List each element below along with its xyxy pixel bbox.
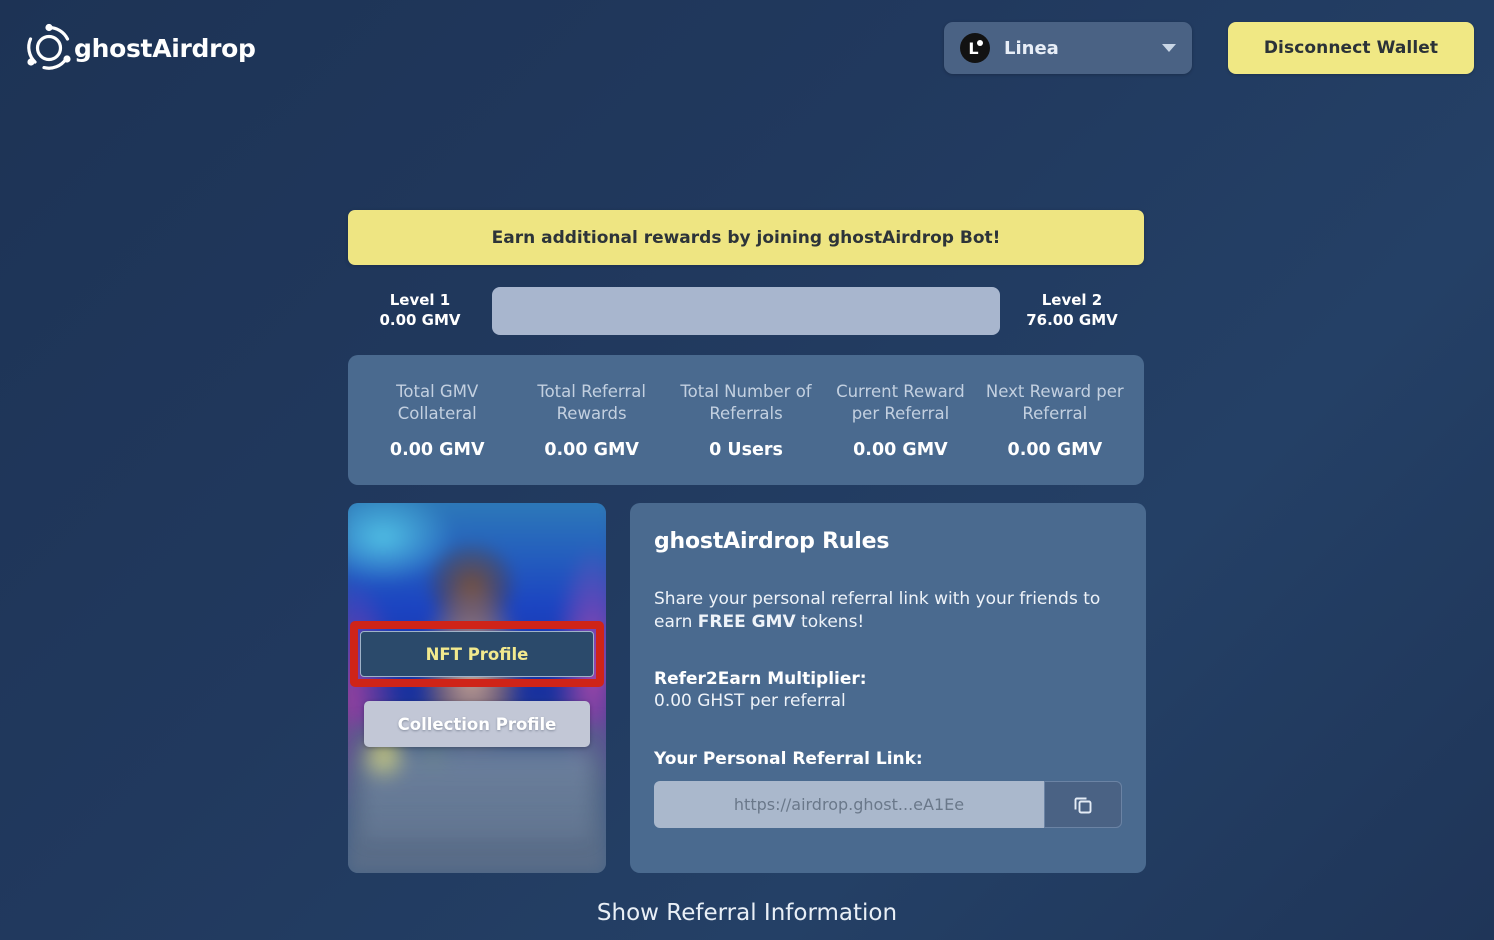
stat-total-number-of-referrals: Total Number of Referrals 0 Users xyxy=(669,381,823,461)
level-progress-row: Level 1 0.00 GMV Level 2 76.00 GMV xyxy=(348,285,1144,337)
referral-link-title: Your Personal Referral Link: xyxy=(654,749,923,770)
level-1-title: Level 1 xyxy=(389,291,451,310)
stat-total-referral-rewards: Total Referral Rewards 0.00 GMV xyxy=(514,381,668,461)
rules-title: ghostAirdrop Rules xyxy=(654,529,890,555)
copy-icon xyxy=(1071,793,1095,817)
stat-value: 0 Users xyxy=(709,440,783,460)
rules-description-suffix: tokens! xyxy=(795,611,865,632)
level-2-label: Level 2 76.00 GMV xyxy=(1000,291,1144,331)
stat-label: Current Reward per Referral xyxy=(836,382,965,423)
stat-next-reward-per-referral: Next Reward per Referral 0.00 GMV xyxy=(978,381,1132,461)
stat-label: Next Reward per Referral xyxy=(985,382,1124,423)
highlight-box: NFT Profile xyxy=(350,621,604,688)
nft-profile-card: NFT Profile Collection Profile xyxy=(348,503,606,874)
level-1-amount: 0.00 GMV xyxy=(379,311,461,329)
stat-total-gmv-collateral: Total GMV Collateral 0.00 GMV xyxy=(360,381,514,461)
ghost-ring-logo-icon xyxy=(22,21,76,75)
nft-profile-button[interactable]: NFT Profile xyxy=(360,631,594,678)
level-2-amount: 76.00 GMV xyxy=(1026,311,1118,329)
referral-link-block: Your Personal Referral Link: xyxy=(654,749,1122,829)
referral-link-row xyxy=(654,781,1122,829)
stat-label: Total Number of Referrals xyxy=(680,382,812,423)
multiplier-title: Refer2Earn Multiplier: xyxy=(654,669,867,690)
rules-card: ghostAirdrop Rules Share your personal r… xyxy=(630,503,1146,874)
stat-value: 0.00 GMV xyxy=(853,440,948,460)
stat-current-reward-per-referral: Current Reward per Referral 0.00 GMV xyxy=(823,381,977,461)
level-progress-bar xyxy=(492,287,1000,335)
disconnect-wallet-button[interactable]: Disconnect Wallet xyxy=(1228,22,1474,74)
promo-banner[interactable]: Earn additional rewards by joining ghost… xyxy=(348,210,1144,265)
chain-name: Linea xyxy=(1004,37,1059,59)
rules-description-bold: FREE GMV xyxy=(697,611,796,632)
brand: ghostAirdrop xyxy=(22,21,256,75)
stat-label: Total Referral Rewards xyxy=(537,382,646,423)
stat-value: 0.00 GMV xyxy=(1007,440,1103,460)
level-1-label: Level 1 0.00 GMV xyxy=(348,291,492,331)
header-actions: L Linea Disconnect Wallet xyxy=(944,22,1480,74)
nft-card-actions: NFT Profile Collection Profile xyxy=(348,621,606,748)
multiplier-value: 0.00 GHST per referral xyxy=(654,691,846,712)
content-row: NFT Profile Collection Profile ghostAird… xyxy=(348,503,1146,874)
app-header: ghostAirdrop L Linea Disconnect Wallet xyxy=(0,0,1494,96)
nft-artwork-shelf xyxy=(363,751,591,840)
level-2-title: Level 2 xyxy=(1041,291,1103,310)
refer2earn-multiplier: Refer2Earn Multiplier: 0.00 GHST per ref… xyxy=(654,669,1122,711)
chain-selector[interactable]: L Linea xyxy=(944,22,1192,74)
stat-value: 0.00 GMV xyxy=(544,440,639,460)
main-content: Earn additional rewards by joining ghost… xyxy=(348,210,1146,874)
linea-logo-icon: L xyxy=(960,33,990,63)
referral-link-input[interactable] xyxy=(654,781,1044,829)
chevron-down-icon xyxy=(1162,44,1176,52)
rules-description: Share your personal referral link with y… xyxy=(654,588,1122,633)
show-referral-information-link[interactable]: Show Referral Information xyxy=(0,900,1494,926)
stat-value: 0.00 GMV xyxy=(389,440,485,460)
stat-label: Total GMV Collateral xyxy=(396,382,479,423)
brand-name: ghostAirdrop xyxy=(74,33,256,63)
stats-panel: Total GMV Collateral 0.00 GMV Total Refe… xyxy=(348,355,1144,486)
copy-referral-link-button[interactable] xyxy=(1044,781,1122,829)
collection-profile-button[interactable]: Collection Profile xyxy=(364,701,590,748)
